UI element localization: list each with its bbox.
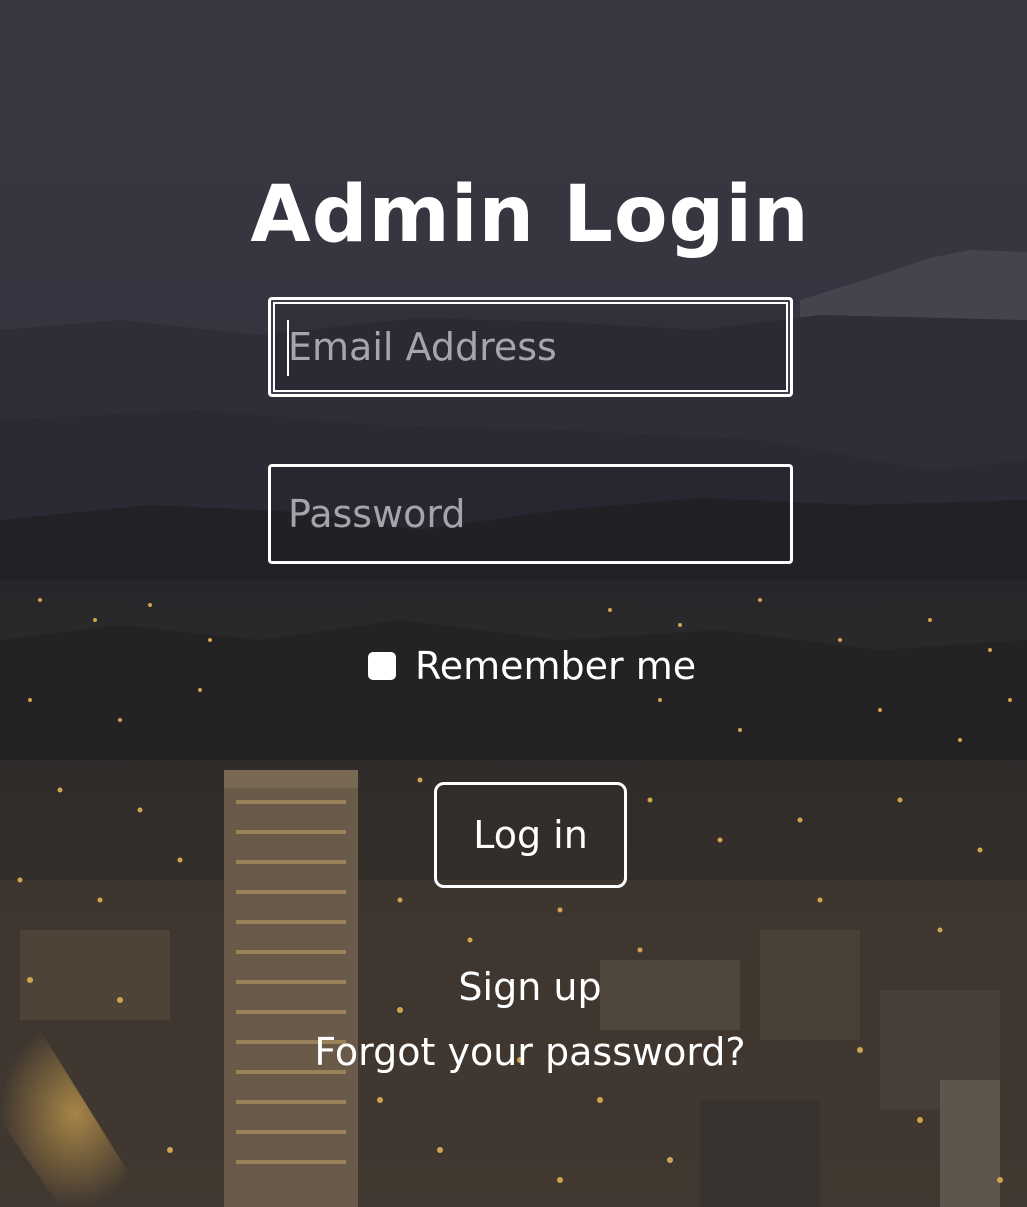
forgot-password-link[interactable]: Forgot your password? bbox=[0, 1030, 1027, 1074]
page-title: Admin Login bbox=[250, 170, 810, 261]
login-page: Admin Login Remember me Log in Sign up F… bbox=[0, 0, 1027, 1207]
text-cursor bbox=[287, 320, 289, 376]
remember-me-label: Remember me bbox=[415, 644, 697, 688]
email-field[interactable] bbox=[268, 297, 793, 397]
signup-link[interactable]: Sign up bbox=[0, 965, 1027, 1009]
password-field[interactable] bbox=[268, 464, 793, 564]
remember-me-checkbox[interactable] bbox=[368, 652, 396, 680]
login-button[interactable]: Log in bbox=[434, 782, 627, 888]
remember-me-row[interactable]: Remember me bbox=[368, 640, 696, 692]
